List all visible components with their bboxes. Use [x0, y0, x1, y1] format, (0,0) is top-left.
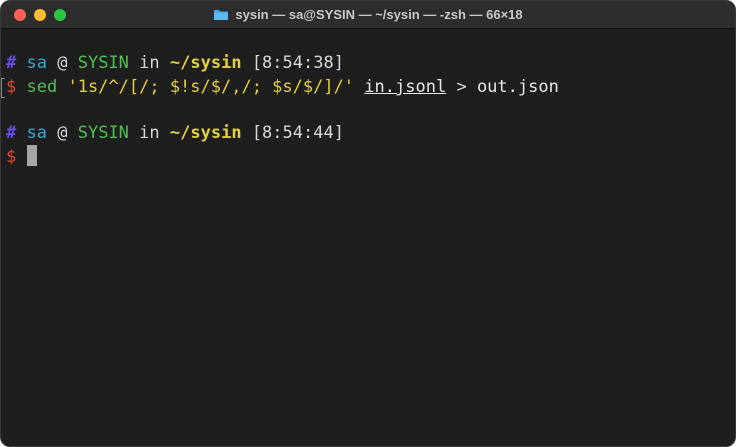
zoom-button[interactable]	[54, 9, 66, 21]
terminal-output[interactable]: # sa @ SYSIN in ~/sysin [8:54:38] $ sed …	[1, 29, 735, 446]
close-button[interactable]	[14, 9, 26, 21]
output-file: out.json	[476, 77, 559, 97]
text-cursor	[26, 145, 37, 166]
command-line: $ sed '1s/^/[/; $!s/$/,/; $s/$/]/' in.js…	[6, 76, 559, 99]
command-mark	[1, 78, 5, 98]
prompt-hash: #	[6, 53, 17, 73]
command-argument: '1s/^/[/; $!s/$/,/; $s/$/]/'	[67, 77, 355, 97]
prompt-line: # sa @ SYSIN in ~/sysin [8:54:44]	[6, 122, 344, 145]
prompt-line: # sa @ SYSIN in ~/sysin [8:54:38]	[6, 52, 344, 75]
window-controls	[14, 9, 66, 21]
prompt-time: [8:54:38]	[251, 53, 344, 73]
prompt-user: sa	[26, 123, 47, 143]
redirect-operator: >	[456, 77, 467, 97]
terminal-window: sysin — sa@SYSIN — ~/sysin — -zsh — 66×1…	[0, 0, 736, 447]
window-title: sysin — sa@SYSIN — ~/sysin — -zsh — 66×1…	[213, 7, 523, 22]
prompt-host: SYSIN	[77, 53, 129, 73]
current-input-line[interactable]: $	[6, 145, 37, 168]
command-name: sed	[26, 77, 58, 97]
prompt-time: [8:54:44]	[251, 123, 344, 143]
prompt-user: sa	[26, 53, 47, 73]
prompt-dollar: $	[6, 77, 17, 97]
prompt-directory: ~/sysin	[169, 123, 242, 143]
prompt-hash: #	[6, 123, 17, 143]
prompt-directory: ~/sysin	[169, 53, 242, 73]
input-file: in.jsonl	[364, 77, 447, 97]
prompt-dollar: $	[6, 147, 17, 167]
prompt-at: @	[57, 123, 68, 143]
prompt-in: in	[139, 53, 160, 73]
folder-icon	[213, 8, 229, 21]
title-bar[interactable]: sysin — sa@SYSIN — ~/sysin — -zsh — 66×1…	[1, 1, 735, 29]
window-title-text: sysin — sa@SYSIN — ~/sysin — -zsh — 66×1…	[235, 7, 523, 22]
prompt-in: in	[139, 123, 160, 143]
prompt-at: @	[57, 53, 68, 73]
prompt-host: SYSIN	[77, 123, 129, 143]
minimize-button[interactable]	[34, 9, 46, 21]
